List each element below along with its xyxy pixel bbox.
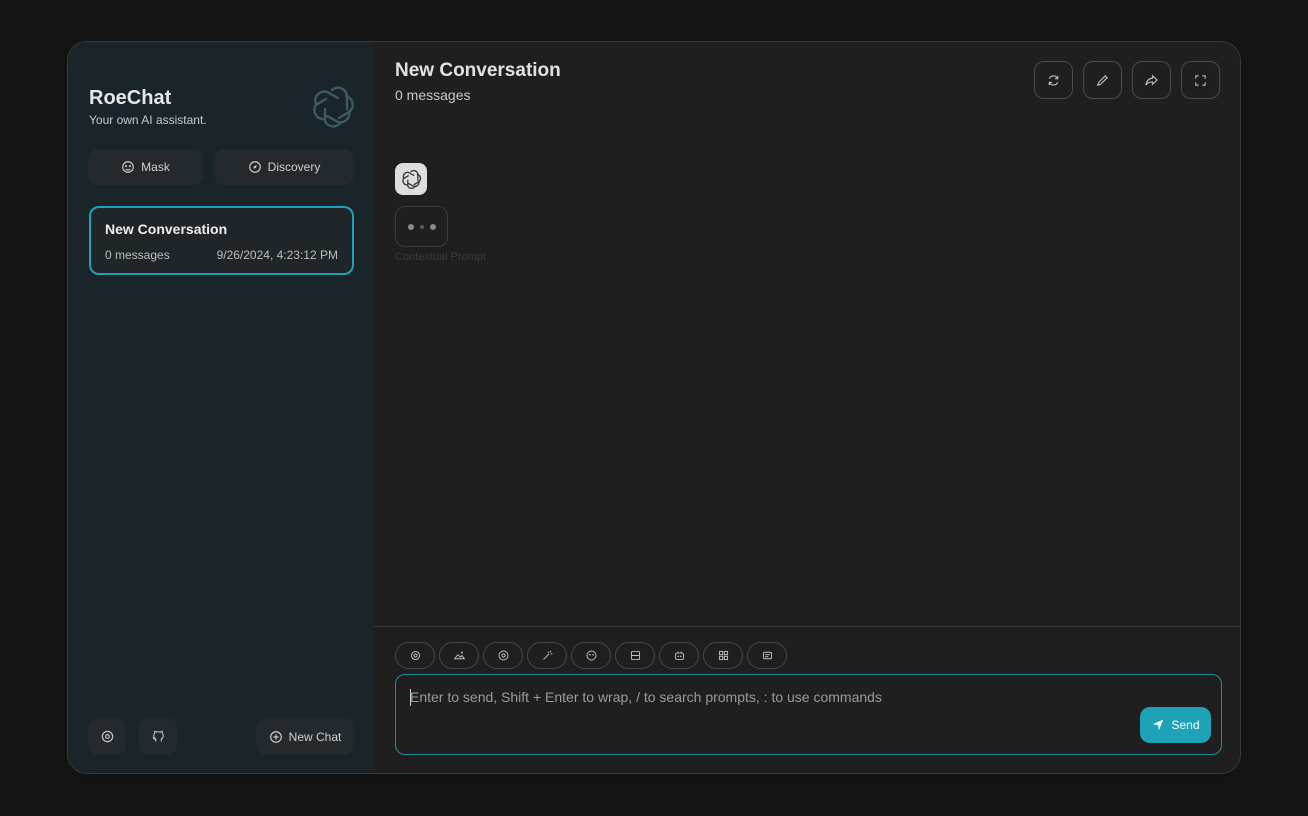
typing-dot	[407, 223, 414, 230]
settings-button[interactable]	[88, 718, 126, 755]
message-input-placeholder: Enter to send, Shift + Enter to wrap, / …	[410, 689, 882, 705]
discovery-label: Discovery	[267, 160, 321, 174]
conversation-title: New Conversation	[105, 221, 228, 237]
plus-circle-icon	[269, 730, 282, 743]
app-window: RoeChat Your own AI assistant. Mask Disc…	[67, 41, 1241, 774]
edit-button[interactable]	[1083, 61, 1122, 99]
plugins-icon	[718, 650, 728, 661]
refresh-button[interactable]	[1034, 61, 1073, 99]
send-icon	[1153, 719, 1164, 731]
mask-icon	[586, 650, 596, 661]
settings-icon	[410, 650, 420, 661]
chat-title: New Conversation	[395, 60, 561, 81]
layout-icon	[630, 650, 640, 661]
conversation-date: 9/26/2024, 4:23:12 PM	[216, 248, 338, 262]
tool-robot[interactable]	[659, 642, 699, 669]
tool-layout[interactable]	[615, 642, 655, 669]
edit-icon	[1096, 74, 1108, 86]
tool-mask[interactable]	[571, 642, 611, 669]
compass-icon	[248, 161, 261, 173]
tool-settings[interactable]	[395, 642, 435, 669]
tool-template[interactable]	[747, 642, 787, 669]
send-label: Send	[1171, 718, 1200, 732]
discovery-button[interactable]: Discovery	[214, 149, 354, 185]
share-icon	[1145, 74, 1158, 86]
mask-button[interactable]: Mask	[88, 149, 203, 185]
openai-logo-icon	[402, 169, 422, 190]
github-button[interactable]	[139, 718, 177, 755]
contextual-prompt-label: Contextual Prompt	[395, 251, 487, 263]
chat-panel: New Conversation 0 messages Contextual P…	[374, 42, 1240, 773]
typing-dot	[419, 224, 424, 229]
share-button[interactable]	[1132, 61, 1171, 99]
send-button[interactable]: Send	[1140, 707, 1211, 743]
template-icon	[762, 651, 772, 660]
tool-magic[interactable]	[527, 642, 567, 669]
sidebar: RoeChat Your own AI assistant. Mask Disc…	[68, 42, 374, 773]
mask-label: Mask	[141, 160, 170, 174]
robot-icon	[674, 651, 684, 661]
chat-actions	[1034, 61, 1220, 99]
fullscreen-icon	[1195, 74, 1206, 86]
brand-title: RoeChat	[89, 87, 172, 109]
typing-indicator	[395, 206, 448, 247]
conversation-item[interactable]: New Conversation 0 messages 9/26/2024, 4…	[89, 206, 354, 275]
chat-toolbar	[395, 642, 787, 669]
input-panel: Enter to send, Shift + Enter to wrap, / …	[374, 626, 1240, 773]
chat-message-count: 0 messages	[395, 87, 471, 103]
new-chat-label: New Chat	[288, 729, 342, 744]
tool-plugins[interactable]	[703, 642, 743, 669]
mask-icon	[122, 161, 134, 173]
gear-icon	[101, 730, 113, 743]
fullscreen-button[interactable]	[1181, 61, 1220, 99]
image-icon	[453, 651, 465, 660]
bot-avatar	[395, 163, 427, 195]
theme-icon	[498, 650, 508, 661]
new-chat-button[interactable]: New Chat	[256, 718, 354, 755]
tool-theme[interactable]	[483, 642, 523, 669]
magic-wand-icon	[542, 650, 552, 660]
conversation-count: 0 messages	[105, 248, 170, 262]
openai-logo-icon	[313, 86, 354, 128]
typing-dot	[429, 223, 436, 230]
brand-subtitle: Your own AI assistant.	[89, 113, 207, 127]
refresh-icon	[1048, 74, 1059, 86]
text-caret	[410, 689, 411, 706]
message-input[interactable]: Enter to send, Shift + Enter to wrap, / …	[395, 674, 1222, 755]
github-icon	[152, 730, 164, 742]
tool-image[interactable]	[439, 642, 479, 669]
